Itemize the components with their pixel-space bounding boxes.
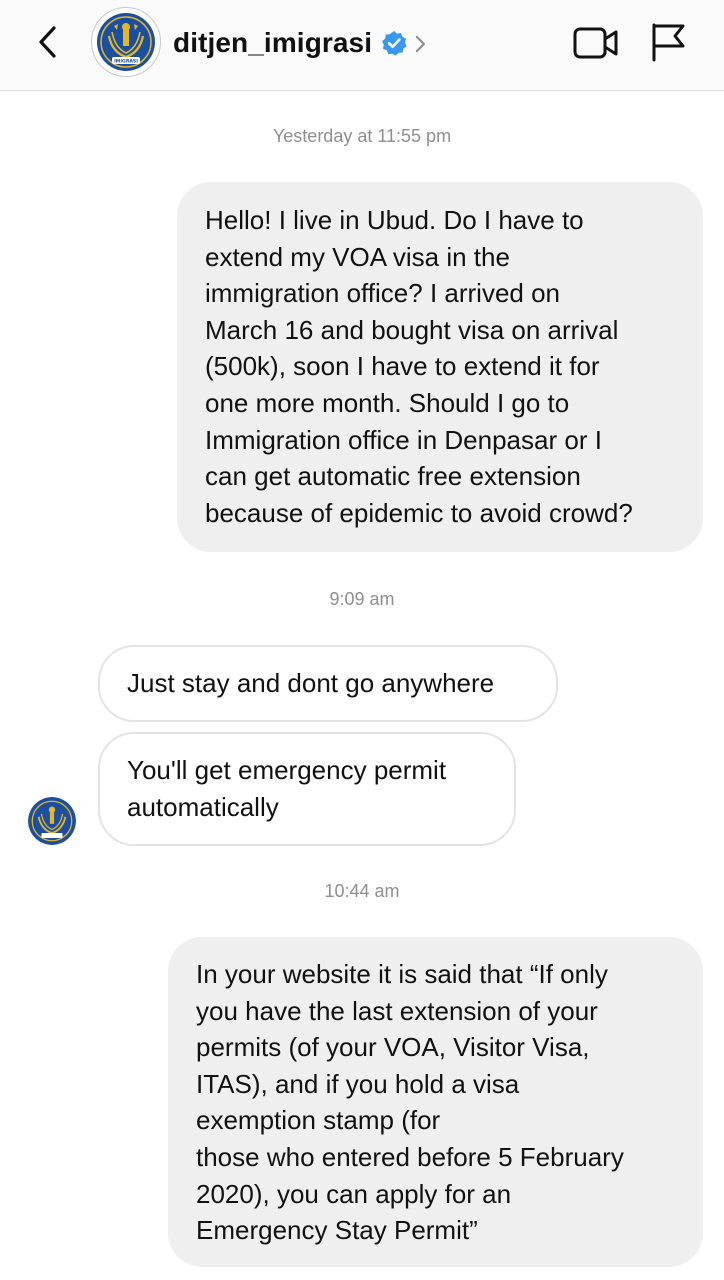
sender-avatar[interactable] xyxy=(28,797,76,845)
message-timestamp: 10:44 am xyxy=(324,881,400,901)
chat-header: IMIGRASI ditjen_imigrasi xyxy=(0,0,724,91)
back-button[interactable] xyxy=(32,22,66,62)
profile-avatar[interactable]: IMIGRASI xyxy=(91,7,161,77)
chat-username[interactable]: ditjen_imigrasi xyxy=(173,25,372,61)
chevron-left-icon xyxy=(39,26,56,58)
incoming-message-bubble[interactable]: You'll get emergency permit automaticall… xyxy=(98,732,516,846)
video-call-button[interactable] xyxy=(573,25,619,61)
immigration-logo-icon xyxy=(28,797,76,845)
video-camera-icon xyxy=(573,27,618,59)
immigration-logo-icon: IMIGRASI xyxy=(97,13,155,71)
incoming-message-bubble[interactable]: Just stay and dont go anywhere xyxy=(98,645,558,722)
outgoing-message-bubble[interactable]: Hello! I live in Ubud. Do I have to exte… xyxy=(177,182,703,552)
report-button[interactable] xyxy=(650,22,686,62)
message-timestamp: Yesterday at 11:55 pm xyxy=(272,126,452,146)
flag-icon xyxy=(652,23,685,62)
chevron-right-icon[interactable] xyxy=(413,31,429,57)
outgoing-message-bubble[interactable]: In your website it is said that “If only… xyxy=(168,937,703,1267)
message-timestamp: 9:09 am xyxy=(329,589,395,609)
logo-text: IMIGRASI xyxy=(114,59,138,65)
verified-badge-icon xyxy=(382,31,407,56)
